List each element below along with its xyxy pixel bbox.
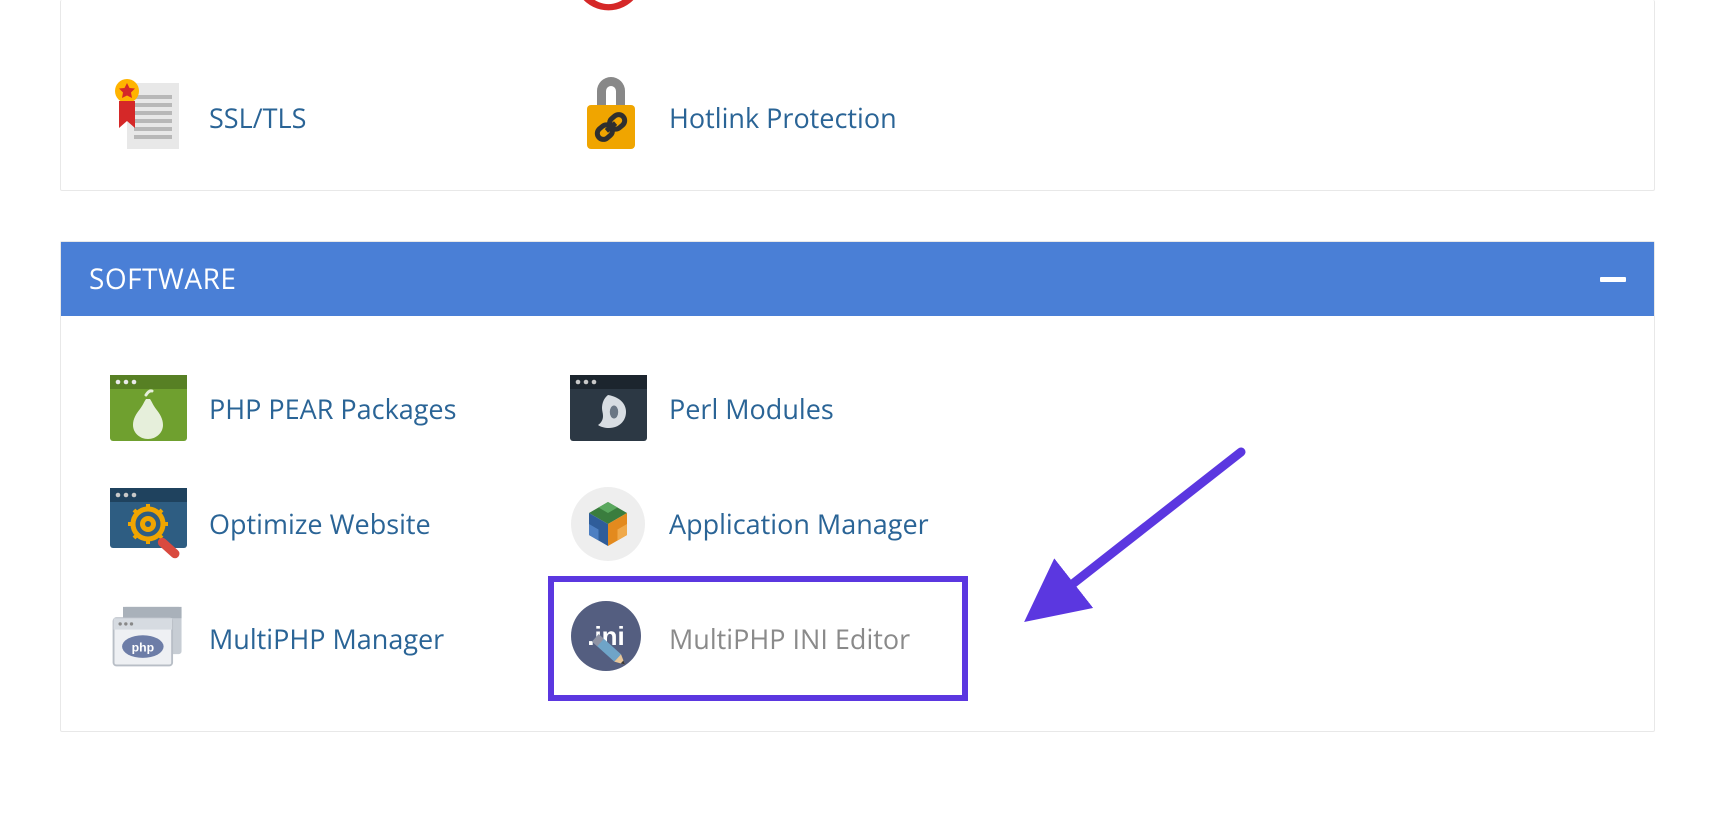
security-panel: SSL/TLS Hotlink Protection bbox=[60, 0, 1655, 191]
software-panel-title: SOFTWARE bbox=[89, 260, 236, 298]
multiphp-manager-icon: php bbox=[106, 601, 191, 676]
item-hotlink-protection[interactable]: Hotlink Protection bbox=[566, 80, 1026, 155]
application-manager-icon bbox=[566, 486, 651, 561]
software-panel: SOFTWARE PHP PEAR Packages bbox=[60, 241, 1655, 732]
item-label-optimize-website: Optimize Website bbox=[209, 505, 431, 542]
item-ssl-tls[interactable]: SSL/TLS bbox=[106, 80, 566, 155]
item-label-application-manager: Application Manager bbox=[669, 505, 929, 542]
item-label-php-pear: PHP PEAR Packages bbox=[209, 390, 456, 427]
php-pear-icon bbox=[106, 371, 191, 446]
multiphp-ini-editor-icon: .ini bbox=[566, 601, 651, 676]
item-label-multiphp-ini-editor: MultiPHP INI Editor bbox=[669, 620, 910, 657]
item-application-manager[interactable]: Application Manager bbox=[566, 486, 1026, 561]
item-label-ssl-tls: SSL/TLS bbox=[209, 99, 306, 136]
item-php-pear-packages[interactable]: PHP PEAR Packages bbox=[106, 371, 566, 446]
collapse-icon[interactable] bbox=[1600, 277, 1626, 282]
item-optimize-website[interactable]: Optimize Website bbox=[106, 486, 566, 561]
item-label-hotlink-protection: Hotlink Protection bbox=[669, 99, 897, 136]
svg-text:php: php bbox=[132, 640, 154, 654]
item-multiphp-ini-editor[interactable]: .ini MultiPHP INI Editor bbox=[566, 601, 1026, 676]
prohibition-icon bbox=[566, 0, 651, 15]
item-multiphp-manager[interactable]: php MultiPHP Manager bbox=[106, 601, 566, 676]
item-perl-modules[interactable]: Perl Modules bbox=[566, 371, 1026, 446]
item-label-multiphp-manager: MultiPHP Manager bbox=[209, 620, 444, 657]
item-label-perl-modules: Perl Modules bbox=[669, 390, 834, 427]
optimize-website-icon bbox=[106, 486, 191, 561]
software-panel-header[interactable]: SOFTWARE bbox=[61, 242, 1654, 316]
ssl-tls-icon bbox=[106, 80, 191, 155]
perl-modules-icon bbox=[566, 371, 651, 446]
hotlink-protection-icon bbox=[566, 80, 651, 155]
